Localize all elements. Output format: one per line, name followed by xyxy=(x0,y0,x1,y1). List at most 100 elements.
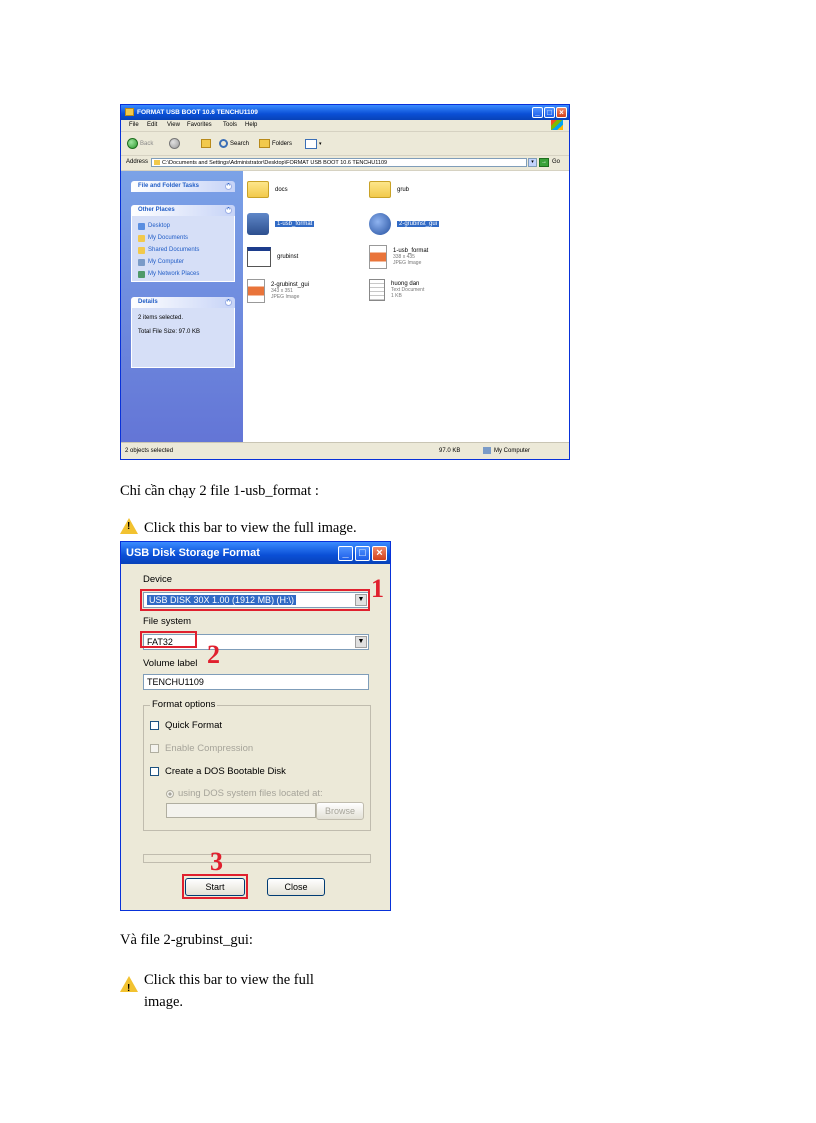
maximize-icon[interactable]: □ xyxy=(544,107,555,118)
windows-logo-icon xyxy=(551,120,563,130)
warning-text-2-line1: Click this bar to view the full xyxy=(144,972,314,988)
place-my-documents[interactable]: My Documents xyxy=(138,232,228,244)
file-item-grubinst[interactable]: grubinst xyxy=(247,247,298,267)
folders-icon xyxy=(259,139,270,148)
close-icon[interactable]: × xyxy=(556,107,567,118)
details-header[interactable]: Details ^ xyxy=(131,297,235,308)
volume-label-input[interactable]: TENCHU1109 xyxy=(143,674,369,690)
file-item-usb-format-exe[interactable]: 1-usb_format xyxy=(247,213,315,235)
desktop-icon xyxy=(138,222,145,230)
explorer-title: FORMAT USB BOOT 10.6 TENCHU1109 xyxy=(137,109,258,116)
jpeg-image-icon xyxy=(369,245,387,269)
address-input[interactable]: C:\Documents and Settings\Administrator\… xyxy=(151,158,527,167)
up-folder-button[interactable] xyxy=(201,137,211,150)
file-item-huong-dan[interactable]: huong dan Text Document 1 KB xyxy=(369,279,424,301)
go-label[interactable]: Go xyxy=(552,159,560,165)
address-value: C:\Documents and Settings\Administrator\… xyxy=(162,160,388,166)
warning-icon xyxy=(120,976,138,999)
console-window-icon xyxy=(247,247,271,267)
menu-bar: File Edit View Favorites Tools Help xyxy=(121,120,569,132)
search-button[interactable]: Search xyxy=(219,137,249,150)
collapse-chevron-icon[interactable]: ^ xyxy=(225,207,232,214)
format-options-group: Format options Quick Format Enable Compr… xyxy=(143,699,371,831)
status-bar: 2 objects selected 97.0 KB My Computer xyxy=(121,442,569,459)
place-my-computer[interactable]: My Computer xyxy=(138,256,228,268)
address-label: Address xyxy=(126,159,149,165)
details-body: 2 items selected. Total File Size: 97.0 … xyxy=(131,308,235,368)
warning-bar-1[interactable]: Click this bar to view the full image. xyxy=(120,518,357,537)
address-dropdown-icon[interactable]: ▾ xyxy=(528,158,537,167)
menu-tools[interactable]: Tools xyxy=(223,122,237,128)
file-item-grub[interactable]: grub xyxy=(369,181,409,198)
file-item-docs[interactable]: docs xyxy=(247,181,288,198)
usb-dialog-titlebar: USB Disk Storage Format _ □ × xyxy=(121,542,390,564)
usb-drive-icon xyxy=(247,213,269,235)
close-icon[interactable]: × xyxy=(372,546,387,561)
details-box: Details ^ 2 items selected. Total File S… xyxy=(131,297,235,368)
close-button[interactable]: Close xyxy=(267,878,325,896)
file-item-usb-format-jpg[interactable]: 1-usb_format 338 x 435 JPEG Image xyxy=(369,245,428,269)
views-button[interactable]: ▾ xyxy=(305,137,322,150)
browse-button[interactable]: Browse xyxy=(316,802,364,820)
annotation-number-3: 3 xyxy=(210,847,223,876)
annotation-number-1: 1 xyxy=(371,574,384,603)
annotation-number-2: 2 xyxy=(207,640,220,669)
menu-favorites[interactable]: Favorites xyxy=(187,122,212,128)
usb-format-dialog: USB Disk Storage Format _ □ × Device USB… xyxy=(120,541,391,911)
place-desktop[interactable]: Desktop xyxy=(138,220,228,232)
chevron-down-icon[interactable]: ▼ xyxy=(355,636,367,648)
collapse-chevron-icon[interactable]: ^ xyxy=(225,299,232,306)
warning-bar-2[interactable]: Click this bar to view the full image. xyxy=(120,970,314,1012)
file-item-grubinst-gui-jpg[interactable]: 2-grubinst_gui 343 x 351 JPEG Image xyxy=(247,279,309,303)
place-shared-documents[interactable]: Shared Documents xyxy=(138,244,228,256)
annotation-box-device xyxy=(140,589,370,611)
back-label: Back xyxy=(140,140,154,147)
usb-dialog-title: USB Disk Storage Format xyxy=(126,547,260,559)
jpeg-image-icon xyxy=(247,279,265,303)
annotation-box-filesystem xyxy=(140,631,197,648)
search-icon xyxy=(219,139,228,148)
forward-arrow-icon xyxy=(169,138,180,149)
warning-text-1: Click this bar to view the full image. xyxy=(144,520,357,536)
warning-icon xyxy=(120,518,138,534)
place-my-network-places[interactable]: My Network Places xyxy=(138,268,228,280)
search-label: Search xyxy=(230,140,250,147)
grub-app-icon xyxy=(369,213,391,235)
file-folder-tasks-header[interactable]: File and Folder Tasks ^ xyxy=(131,181,235,192)
folders-button[interactable]: Folders xyxy=(259,137,292,150)
text-document-icon xyxy=(369,279,385,301)
format-options-label: Format options xyxy=(150,699,218,710)
menu-view[interactable]: View xyxy=(167,122,180,128)
chevron-down-icon: ▾ xyxy=(319,140,322,147)
file-item-grubinst-gui-exe[interactable]: 2-grubinst_gui xyxy=(369,213,440,235)
explorer-titlebar: FORMAT USB BOOT 10.6 TENCHU1109 _ □ × xyxy=(121,105,569,120)
device-label: Device xyxy=(143,574,173,585)
annotation-box-start xyxy=(182,874,248,899)
collapse-chevron-icon[interactable]: ^ xyxy=(225,183,232,190)
minimize-icon[interactable]: _ xyxy=(338,546,353,561)
menu-edit[interactable]: Edit xyxy=(147,122,157,128)
create-dos-bootable-checkbox[interactable]: Create a DOS Bootable Disk xyxy=(150,766,286,777)
other-places-header[interactable]: Other Places ^ xyxy=(131,205,235,216)
up-folder-icon xyxy=(201,139,211,148)
file-list-pane: docs grub 1-usb_format 2-grubinst_gui gr… xyxy=(243,171,569,444)
back-button[interactable]: Back xyxy=(127,137,153,150)
dos-files-path-input[interactable] xyxy=(166,803,316,818)
task-pane: File and Folder Tasks ^ Other Places ^ D… xyxy=(121,171,243,444)
other-places-list: Desktop My Documents Shared Documents My… xyxy=(131,216,235,282)
minimize-icon[interactable]: _ xyxy=(532,107,543,118)
using-dos-files-radio[interactable]: using DOS system files located at: xyxy=(166,788,323,799)
enable-compression-checkbox[interactable]: Enable Compression xyxy=(150,743,253,754)
details-line-1: 2 items selected. xyxy=(138,315,184,321)
file-folder-tasks-box: File and Folder Tasks ^ xyxy=(131,181,235,192)
menu-help[interactable]: Help xyxy=(245,122,257,128)
forward-button[interactable] xyxy=(169,137,180,150)
maximize-icon[interactable]: □ xyxy=(355,546,370,561)
explorer-window: FORMAT USB BOOT 10.6 TENCHU1109 _ □ × Fi… xyxy=(120,104,570,460)
go-icon[interactable]: → xyxy=(539,158,549,167)
my-computer-icon xyxy=(483,447,491,454)
format-progress-bar xyxy=(143,854,371,863)
folder-icon xyxy=(247,181,269,198)
quick-format-checkbox[interactable]: Quick Format xyxy=(150,720,222,731)
menu-file[interactable]: File xyxy=(129,122,139,128)
